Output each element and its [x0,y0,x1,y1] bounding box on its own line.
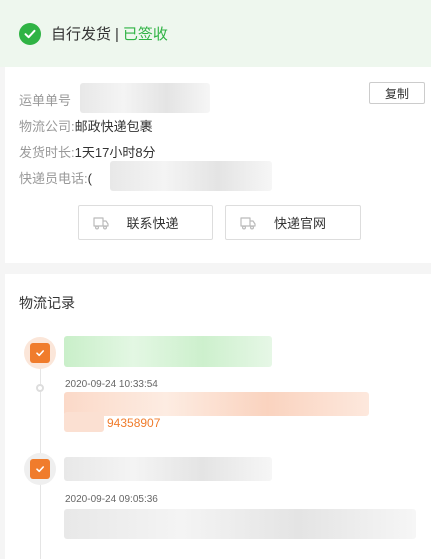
tracking-number-label: 运单单号 [19,93,72,108]
truck-icon [93,217,109,230]
record-time: 2020-09-24 10:33:54 [65,379,158,390]
courier-phone-redacted [110,161,272,191]
truck-icon [240,217,256,230]
courier-phone-prefix: ( [87,171,92,186]
copy-tracking-button[interactable]: 复制 [369,82,425,104]
record-detail-redacted [64,412,104,432]
status-text: 自行发货 | 已签收 [51,23,168,44]
clipboard-check-icon [30,459,50,479]
record-status-redacted [64,457,272,481]
logistics-title: 物流记录 [19,295,75,311]
record-detail-redacted [64,392,369,416]
status-separator: | [115,26,119,43]
tracking-number-redacted [80,83,210,113]
timeline-dot [36,384,44,392]
contact-courier-button[interactable]: 联系快递 [78,205,213,240]
record-detail-tail: 94358907 [107,416,161,430]
duration-row: 发货时长:1天17小时8分 [19,142,156,161]
delivery-status-bar: 自行发货 | 已签收 [0,0,431,67]
courier-phone-label: 快递员电话: [19,171,88,186]
duration-label: 发货时长: [19,145,75,160]
duration-value: 1天17小时8分 [74,145,156,160]
check-circle-icon [19,22,41,45]
record-detail-redacted [64,509,416,539]
company-label: 物流公司: [19,119,75,134]
record-status-redacted [64,336,272,367]
clipboard-check-icon [30,343,50,363]
company-row: 物流公司:邮政快递包裹 [19,116,153,135]
logistics-record-card: 物流记录 2020-09-24 10:33:54 94358907 2020-0… [5,274,431,559]
courier-website-button[interactable]: 快递官网 [225,205,361,240]
shipment-info-card: 运单单号 复制 物流公司:邮政快递包裹 发货时长:1天17小时8分 快递员电话:… [5,67,431,263]
company-value: 邮政快递包裹 [74,119,153,134]
timeline-node [24,337,56,369]
tracking-number-row: 运单单号 [19,90,71,109]
courier-phone-row: 快递员电话:( [19,168,92,187]
delivery-state: 已签收 [122,26,168,43]
timeline-node [24,453,56,485]
record-time: 2020-09-24 09:05:36 [65,494,158,505]
shipping-method: 自行发货 [51,26,112,43]
